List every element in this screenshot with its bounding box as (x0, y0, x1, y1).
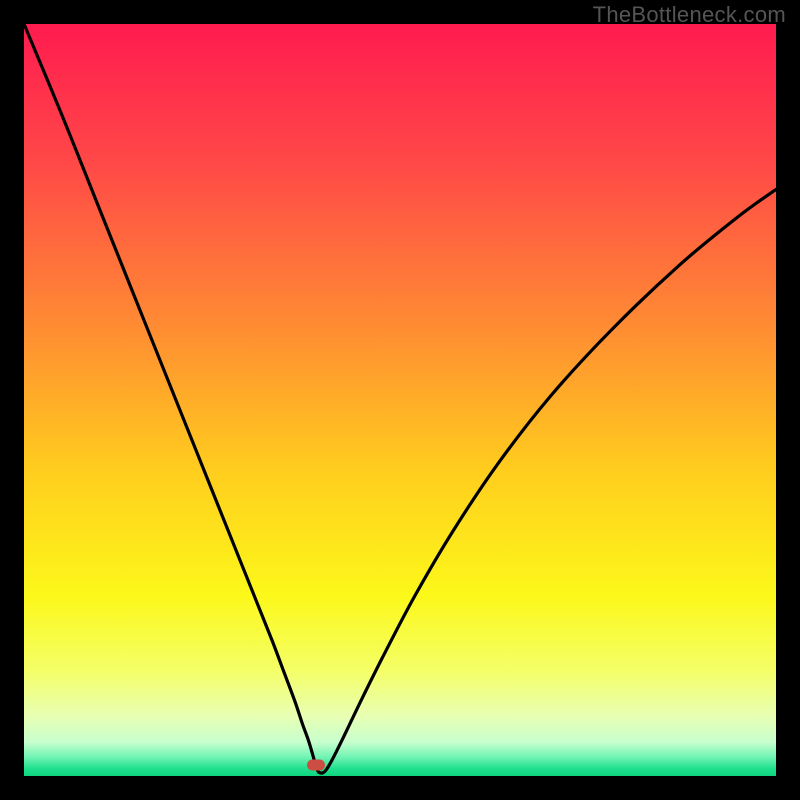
plot-area (24, 24, 776, 776)
optimal-point-marker (307, 760, 325, 771)
chart-frame: TheBottleneck.com (0, 0, 800, 800)
bottleneck-curve (24, 24, 776, 776)
watermark-text: TheBottleneck.com (593, 2, 786, 28)
